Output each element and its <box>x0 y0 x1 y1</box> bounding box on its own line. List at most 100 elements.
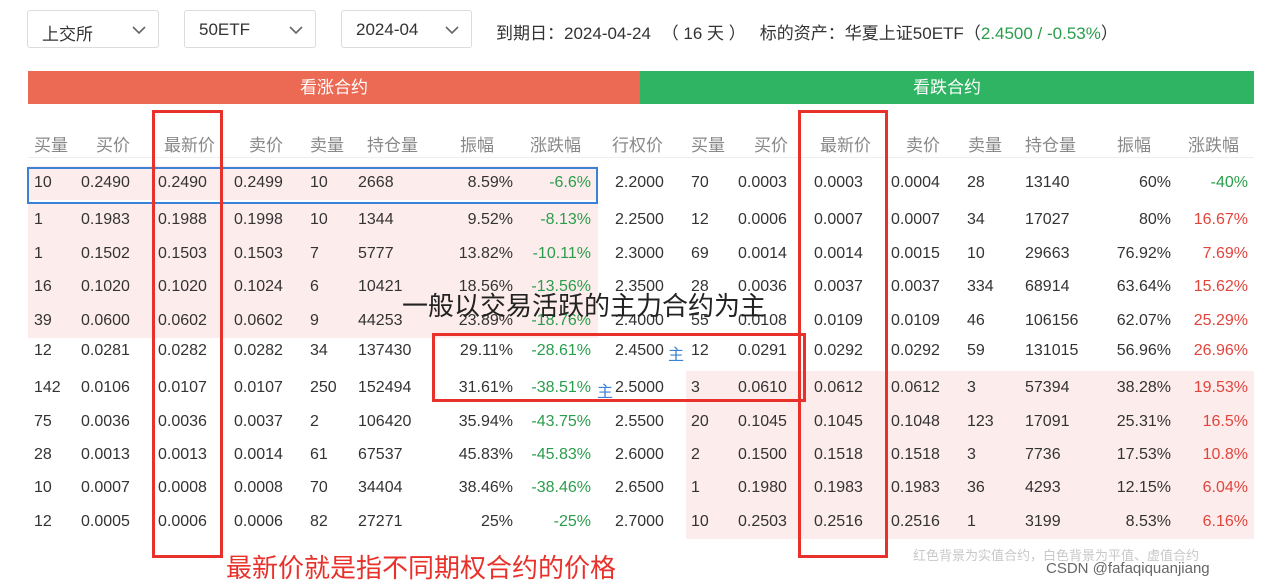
put-header-5[interactable]: 持仓量 <box>1025 131 1076 156</box>
strike-cell: 2.5500 <box>615 413 664 430</box>
put-header-3[interactable]: 卖价 <box>906 131 940 156</box>
annotation-main-contract: 一般以交易活跃的主力合约为主 <box>402 291 767 321</box>
put-header-7[interactable]: 涨跌幅 <box>1188 131 1239 156</box>
call-cell: 1 <box>34 245 43 262</box>
call-cell: 10 <box>34 479 52 496</box>
call-header-4[interactable]: 卖量 <box>310 131 344 156</box>
annotation-last-price: 最新价就是指不同期权合约的价格 <box>226 553 617 583</box>
call-cell: 0.0036 <box>81 413 130 430</box>
put-cell: 3199 <box>1025 513 1061 530</box>
call-cell: 7 <box>310 245 319 262</box>
call-cell: 0.1024 <box>234 278 283 295</box>
asset-close: ） <box>1100 24 1118 43</box>
put-cell: 1 <box>967 513 976 530</box>
put-header-1[interactable]: 买价 <box>754 131 788 156</box>
put-cell: 28 <box>967 174 985 191</box>
chevron-down-icon <box>445 26 459 35</box>
put-cell: 46 <box>967 312 985 329</box>
chevron-down-icon <box>289 26 303 35</box>
call-cell: 0.0107 <box>234 379 283 396</box>
put-cell: 12 <box>691 211 709 228</box>
put-cell: 0.0007 <box>891 211 940 228</box>
put-cell: 57394 <box>1025 379 1070 396</box>
call-header-1[interactable]: 买价 <box>96 131 130 156</box>
put-cell: 10 <box>967 245 985 262</box>
call-header-5[interactable]: 持仓量 <box>367 131 418 156</box>
underlying-select[interactable]: 50ETF <box>184 10 316 48</box>
call-cell: 0.0005 <box>81 513 130 530</box>
call-cell: 61 <box>310 446 328 463</box>
strike-cell: 2.7000 <box>615 513 664 530</box>
put-cell: 10 <box>691 513 709 530</box>
put-header-4[interactable]: 卖量 <box>968 131 1002 156</box>
put-cell: 34 <box>967 211 985 228</box>
highlight-call-last-price-column <box>152 110 223 558</box>
call-header-0[interactable]: 买量 <box>34 131 68 156</box>
put-cell: 17091 <box>1025 413 1070 430</box>
call-cell: 0.0600 <box>81 312 130 329</box>
call-cell: 34404 <box>358 479 403 496</box>
month-select[interactable]: 2024-04 <box>341 10 472 48</box>
put-cell: 15.62% <box>1193 278 1248 295</box>
underlying-select-value: 50ETF <box>199 20 251 39</box>
strike-header[interactable]: 行权价 <box>612 131 663 156</box>
call-header-3[interactable]: 卖价 <box>249 131 283 156</box>
put-cell: 0.0006 <box>738 211 787 228</box>
call-cell: 0.0014 <box>234 446 283 463</box>
put-cell: 0.2516 <box>891 513 940 530</box>
strike-cell: 2.2000 <box>615 174 664 191</box>
highlight-main-contracts <box>432 333 806 402</box>
put-cell: 3 <box>967 446 976 463</box>
exchange-select[interactable]: 上交所 <box>27 10 159 48</box>
put-cell: 12.15% <box>1116 479 1171 496</box>
put-cell: 6.04% <box>1202 479 1248 496</box>
put-cell: 36 <box>967 479 985 496</box>
call-header-7[interactable]: 涨跌幅 <box>530 131 581 156</box>
put-cell: 26.96% <box>1193 342 1248 359</box>
asset-quote: 2.4500 / -0.53% <box>980 24 1101 43</box>
call-cell: 0.1998 <box>234 211 283 228</box>
call-cell: 0.1020 <box>81 278 130 295</box>
put-cell: 20 <box>691 413 709 430</box>
call-cell: 75 <box>34 413 52 430</box>
put-cell: 2 <box>691 446 700 463</box>
put-cell: 0.1045 <box>738 413 787 430</box>
call-cell: 28 <box>34 446 52 463</box>
call-cell: 35.94% <box>458 413 513 430</box>
call-cell: 0.1983 <box>81 211 130 228</box>
call-cell: 137430 <box>358 342 412 359</box>
put-cell: 16.67% <box>1193 211 1248 228</box>
put-header-6[interactable]: 振幅 <box>1117 131 1151 156</box>
call-cell: 6 <box>310 278 319 295</box>
call-cell: 67537 <box>358 446 403 463</box>
put-cell: 7736 <box>1025 446 1061 463</box>
call-cell: -8.13% <box>540 211 591 228</box>
call-cell: 0.1503 <box>234 245 283 262</box>
put-cell: 70 <box>691 174 709 191</box>
put-cell: 38.28% <box>1116 379 1171 396</box>
expiry-label: 到期日： <box>496 24 564 43</box>
watermark: CSDN @fafaqiquanjiang <box>1046 560 1210 577</box>
strike-cell: 2.6500 <box>615 479 664 496</box>
call-cell: 0.0007 <box>81 479 130 496</box>
call-cell: 0.0602 <box>234 312 283 329</box>
month-select-value: 2024-04 <box>356 20 419 39</box>
put-header-0[interactable]: 买量 <box>691 131 725 156</box>
exchange-select-value: 上交所 <box>42 25 93 44</box>
call-header-6[interactable]: 振幅 <box>460 131 494 156</box>
call-cell: 9.52% <box>467 211 513 228</box>
call-cell: 25% <box>480 513 513 530</box>
put-cell: 69 <box>691 245 709 262</box>
put-cell: 0.0037 <box>891 278 940 295</box>
put-cell: 13140 <box>1025 174 1070 191</box>
call-cell: 2 <box>310 413 319 430</box>
call-cell: 152494 <box>358 379 412 396</box>
put-cell: 29663 <box>1025 245 1070 262</box>
put-cell: 334 <box>967 278 994 295</box>
put-cell: 0.1980 <box>738 479 787 496</box>
put-cell: 123 <box>967 413 994 430</box>
put-cell: 3 <box>967 379 976 396</box>
put-cell: 76.92% <box>1116 245 1171 262</box>
put-cell: 60% <box>1138 174 1171 191</box>
put-cell: 131015 <box>1025 342 1079 359</box>
